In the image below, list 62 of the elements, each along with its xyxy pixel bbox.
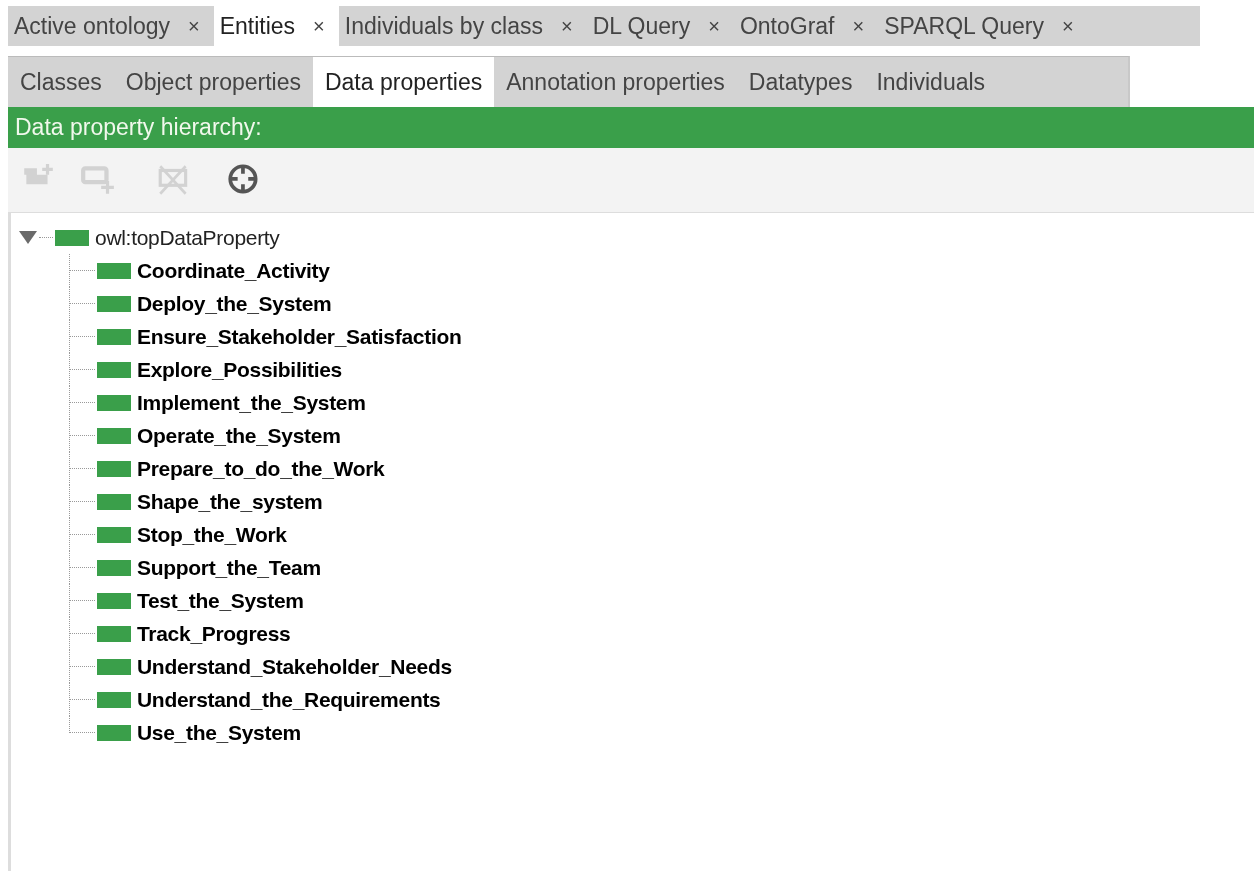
data-property-icon: [97, 328, 131, 345]
data-property-icon: [97, 460, 131, 477]
tree-item[interactable]: Understand_the_Requirements: [137, 687, 441, 712]
tree-connector-line: [39, 237, 53, 238]
tree-item[interactable]: Use_the_System: [137, 720, 301, 745]
data-property-icon: [97, 625, 131, 642]
tree-item[interactable]: Coordinate_Activity: [137, 258, 330, 283]
tree-connector-line: [69, 419, 97, 452]
tree-item[interactable]: Support_the_Team: [137, 555, 321, 580]
tree-item[interactable]: Deploy_the_System: [137, 291, 332, 316]
data-property-icon: [97, 526, 131, 543]
data-property-icon: [97, 691, 131, 708]
entity-tab[interactable]: Data properties: [312, 57, 495, 107]
tree-item[interactable]: Explore_Possibilities: [137, 357, 342, 382]
close-icon[interactable]: ×: [708, 14, 720, 38]
tree-connector-line: [69, 254, 97, 287]
tree-connector-line: [69, 617, 97, 650]
data-property-icon: [97, 658, 131, 675]
data-property-icon: [97, 724, 131, 741]
close-icon[interactable]: ×: [313, 14, 325, 38]
tree-connector-line: [69, 287, 97, 320]
tree-item[interactable]: owl:topDataProperty: [95, 225, 280, 250]
data-property-icon: [97, 559, 131, 576]
entity-tab[interactable]: Classes: [8, 57, 114, 107]
expand-triangle-icon[interactable]: [19, 231, 37, 244]
tree-connector-line: [69, 353, 97, 386]
data-property-icon: [97, 361, 131, 378]
tree-item[interactable]: Stop_the_Work: [137, 522, 287, 547]
data-property-icon: [97, 394, 131, 411]
data-property-icon: [97, 295, 131, 312]
tree-item[interactable]: Ensure_Stakeholder_Satisfaction: [137, 324, 462, 349]
tree-connector-line: [69, 386, 97, 419]
tree-item[interactable]: Track_Progress: [137, 621, 291, 646]
tree-item[interactable]: Implement_the_System: [137, 390, 366, 415]
entity-tab[interactable]: Object properties: [113, 57, 313, 107]
tree-connector-line: [69, 650, 97, 683]
tree-connector-line: [69, 518, 97, 551]
close-icon[interactable]: ×: [1062, 14, 1074, 38]
tree-connector-line: [69, 485, 97, 518]
tree-item[interactable]: Shape_the_system: [137, 489, 323, 514]
tree-item[interactable]: Operate_the_System: [137, 423, 341, 448]
tree-connector-line: [69, 551, 97, 584]
data-property-icon: [55, 229, 89, 246]
entity-tab[interactable]: Individuals: [864, 57, 998, 107]
data-property-icon: [97, 262, 131, 279]
close-icon[interactable]: ×: [852, 14, 865, 38]
tree-item[interactable]: Test_the_System: [137, 588, 304, 613]
entity-tab[interactable]: Annotation properties: [494, 57, 737, 107]
tree-connector-line: [69, 452, 97, 485]
tree-connector-line: [69, 683, 97, 716]
tree-item[interactable]: Prepare_to_do_the_Work: [137, 456, 385, 481]
data-property-icon: [97, 592, 131, 609]
close-icon[interactable]: ×: [188, 14, 200, 38]
workspace-tab[interactable]: Entities ×: [213, 6, 339, 46]
tree-item[interactable]: Understand_Stakeholder_Needs: [137, 654, 452, 679]
entity-tab[interactable]: Datatypes: [736, 57, 865, 107]
data-property-icon: [97, 493, 131, 510]
view-title: Data property hierarchy:: [15, 114, 262, 141]
tree-connector-line: [69, 584, 97, 617]
tree-connector-line: [69, 320, 97, 353]
close-icon[interactable]: ×: [560, 14, 573, 38]
data-property-icon: [97, 427, 131, 444]
